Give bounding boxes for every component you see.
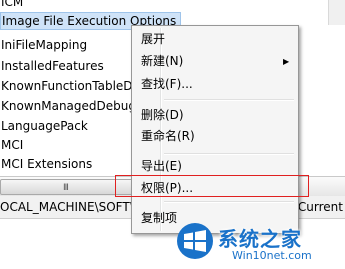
windows-logo-icon — [177, 223, 213, 259]
menu-item-rename[interactable]: 重命名(R) — [139, 125, 291, 147]
tree-item-knownfunctiontabledll[interactable]: KnownFunctionTableDll — [0, 77, 143, 95]
tree-item-inifilemapping[interactable]: IniFileMapping — [0, 36, 91, 54]
menu-item-expand[interactable]: 展开 — [139, 28, 291, 50]
menu-separator — [164, 99, 294, 101]
submenu-arrow-icon: ▶ — [283, 57, 290, 66]
tree-item-mci-extensions[interactable]: MCI Extensions — [0, 155, 96, 173]
tree-item-languagepack[interactable]: LanguagePack — [0, 117, 92, 135]
menu-item-find[interactable]: 查找(F)... — [139, 73, 291, 95]
menu-item-export[interactable]: 导出(E) — [139, 155, 291, 177]
status-path-right: \Current — [293, 200, 343, 214]
vertical-scrollbar[interactable] — [328, 0, 345, 25]
annotation-highlight-box — [115, 175, 309, 197]
context-menu: 展开 新建(N) ▶ 查找(F)... 删除(D) 重命名(R) 导出(E) 权… — [131, 25, 299, 234]
menu-item-new[interactable]: 新建(N) — [139, 50, 291, 72]
menu-separator — [164, 201, 294, 203]
tree-item-knownmanageddebug[interactable]: KnownManagedDebug — [0, 97, 140, 115]
scrollbar-grip-icon: III — [63, 183, 69, 193]
tree-item-installedfeatures[interactable]: InstalledFeatures — [0, 57, 108, 75]
tree-item-mci[interactable]: MCI — [0, 136, 27, 154]
watermark: 系统之家 Win10net.com — [174, 218, 345, 269]
tree-item-icm[interactable]: ICM — [0, 0, 27, 11]
watermark-url: Win10net.com — [232, 249, 312, 262]
watermark-title: 系统之家 — [218, 227, 302, 251]
menu-item-delete[interactable]: 删除(D) — [139, 104, 291, 126]
status-path-left: OCAL_MACHINE\SOFTW — [0, 200, 142, 214]
